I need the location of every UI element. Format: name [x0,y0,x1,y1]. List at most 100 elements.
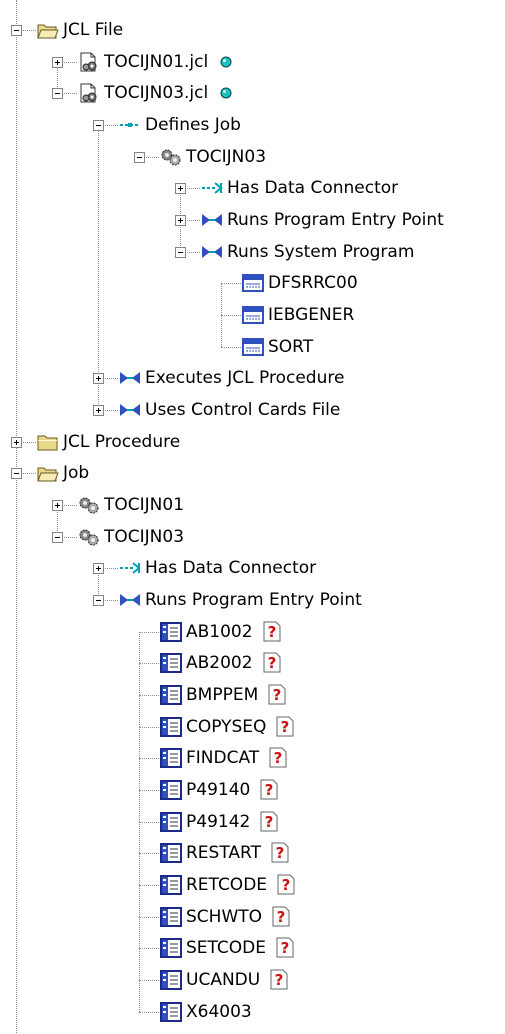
tree-node-label[interactable]: DFSRRC00 [268,273,358,293]
tree-node-label[interactable]: Job [63,463,89,483]
tree-node-tocijn03[interactable]: TOCIJN03 [0,527,505,559]
tree-node-job[interactable]: Job [0,463,505,495]
tree-node-label[interactable]: Has Data Connector [145,558,316,578]
tree-node-label[interactable]: Runs System Program [227,242,414,262]
tree-node-label[interactable]: Runs Program Entry Point [227,210,444,230]
project-tree-view[interactable]: JCL File TOCIJN01.jcl TOCIJN03.jcl Defines … [0,0,505,1033]
tree-node-label[interactable]: COPYSEQ [186,717,266,737]
tree-node-label[interactable]: TOCIJN01 [104,495,184,515]
tree-node-jcl-file[interactable]: JCL File [0,20,505,52]
tree-node-runs-system-program[interactable]: Runs System Program [0,242,505,274]
expand-toggle-icon[interactable] [52,500,63,511]
tree-node-jcl-procedure[interactable]: JCL Procedure [0,432,505,464]
expand-toggle-icon[interactable] [175,215,186,226]
collapse-toggle-icon[interactable] [134,152,145,163]
tree-node-uses-control-cards-file[interactable]: Uses Control Cards File [0,400,505,432]
tree-node-ab1002[interactable]: AB1002? [0,621,505,654]
tree-node-setcode[interactable]: SETCODE? [0,937,505,970]
tree-node-label[interactable]: UCANDU [186,970,260,990]
tree-node-executes-jcl-procedure[interactable]: Executes JCL Procedure [0,368,505,400]
svg-text:?: ? [274,749,283,767]
program-entry-icon [160,875,182,895]
unknown-question-icon: ? [269,746,287,768]
folder-closed-icon [37,432,59,452]
tree-node-label[interactable]: Executes JCL Procedure [145,368,344,388]
tree-node-label[interactable]: SETCODE [186,938,266,958]
tree-node-label[interactable]: BMPPEM [186,685,258,705]
tree-node-runs-program-entry-point[interactable]: Runs Program Entry Point [0,590,505,622]
folder-open-icon [37,463,59,483]
expand-toggle-icon[interactable] [93,373,104,384]
collapse-toggle-icon[interactable] [93,120,104,131]
status-dot-icon [220,87,232,99]
program-entry-icon [160,685,182,705]
data-connector-relationship-icon [201,178,223,198]
unknown-question-icon: ? [270,968,288,990]
program-entry-icon [160,748,182,768]
collapse-toggle-icon[interactable] [175,247,186,258]
tree-node-schwto[interactable]: SCHWTO? [0,906,505,939]
tree-node-label[interactable]: SCHWTO [186,907,262,927]
tree-node-ab2002[interactable]: AB2002? [0,652,505,685]
job-gears-icon [160,147,182,167]
tree-node-label[interactable]: RESTART [186,843,261,863]
tree-node-label[interactable]: Has Data Connector [227,178,398,198]
tree-node-x64003[interactable]: X64003 [0,1002,505,1034]
unknown-question-icon: ? [260,778,278,800]
tree-node-label[interactable]: X64003 [186,1002,252,1022]
tree-node-tocijn03-jcl[interactable]: TOCIJN03.jcl [0,83,505,115]
runs-relationship-icon [201,210,223,230]
tree-node-p49142[interactable]: P49142? [0,811,505,844]
tree-node-has-data-connector[interactable]: Has Data Connector [0,178,505,210]
expand-toggle-icon[interactable] [175,183,186,194]
tree-node-label[interactable]: FINDCAT [186,748,259,768]
tree-node-label[interactable]: SORT [268,337,313,357]
defines-relationship-icon [119,115,141,135]
tree-node-p49140[interactable]: P49140? [0,778,505,812]
tree-node-iebgener[interactable]: IEBGENER [0,305,505,337]
tree-node-tocijn01-jcl[interactable]: TOCIJN01.jcl [0,52,505,84]
tree-node-label[interactable]: RETCODE [186,875,267,895]
expand-toggle-icon[interactable] [93,563,104,574]
tree-node-label[interactable]: P49140 [186,780,250,800]
expand-toggle-icon[interactable] [93,405,104,416]
tree-node-retcode[interactable]: RETCODE? [0,874,505,907]
tree-node-dfsrrc00[interactable]: DFSRRC00 [0,273,505,305]
collapse-toggle-icon[interactable] [52,532,63,543]
svg-text:?: ? [282,876,291,894]
tree-node-label[interactable]: JCL Procedure [63,432,180,452]
tree-node-label[interactable]: AB2002 [186,653,253,673]
collapse-toggle-icon[interactable] [93,595,104,606]
tree-node-defines-job[interactable]: Defines Job [0,115,505,147]
collapse-toggle-icon[interactable] [52,88,63,99]
tree-node-ucandu[interactable]: UCANDU? [0,968,505,1002]
tree-node-findcat[interactable]: FINDCAT? [0,746,505,780]
tree-node-label[interactable]: Uses Control Cards File [145,400,340,420]
tree-node-tocijn03[interactable]: TOCIJN03 [0,147,505,179]
tree-node-restart[interactable]: RESTART? [0,842,505,875]
tree-node-label[interactable]: TOCIJN01.jcl [104,52,208,72]
tree-node-copyseq[interactable]: COPYSEQ? [0,716,505,749]
tree-node-sort[interactable]: SORT [0,337,505,369]
tree-node-has-data-connector[interactable]: Has Data Connector [0,558,505,590]
collapse-toggle-icon[interactable] [11,468,22,479]
tree-node-label[interactable]: TOCIJN03 [186,147,266,167]
tree-node-label[interactable]: Runs Program Entry Point [145,590,362,610]
expand-toggle-icon[interactable] [11,437,22,448]
tree-node-tocijn01[interactable]: TOCIJN01 [0,495,505,527]
runs-relationship-icon [119,590,141,610]
tree-node-label[interactable]: JCL File [63,20,123,40]
tree-node-runs-program-entry-point[interactable]: Runs Program Entry Point [0,210,505,242]
svg-text:?: ? [281,718,290,736]
svg-text:?: ? [275,971,284,989]
tree-node-label[interactable]: TOCIJN03.jcl [104,83,208,103]
tree-node-bmppem[interactable]: BMPPEM? [0,684,505,717]
tree-node-label[interactable]: IEBGENER [268,305,354,325]
tree-node-label[interactable]: AB1002 [186,622,253,642]
program-entry-icon [160,812,182,832]
expand-toggle-icon[interactable] [52,57,63,68]
tree-node-label[interactable]: Defines Job [145,115,241,135]
tree-node-label[interactable]: TOCIJN03 [104,527,184,547]
tree-node-label[interactable]: P49142 [186,812,250,832]
collapse-toggle-icon[interactable] [11,25,22,36]
